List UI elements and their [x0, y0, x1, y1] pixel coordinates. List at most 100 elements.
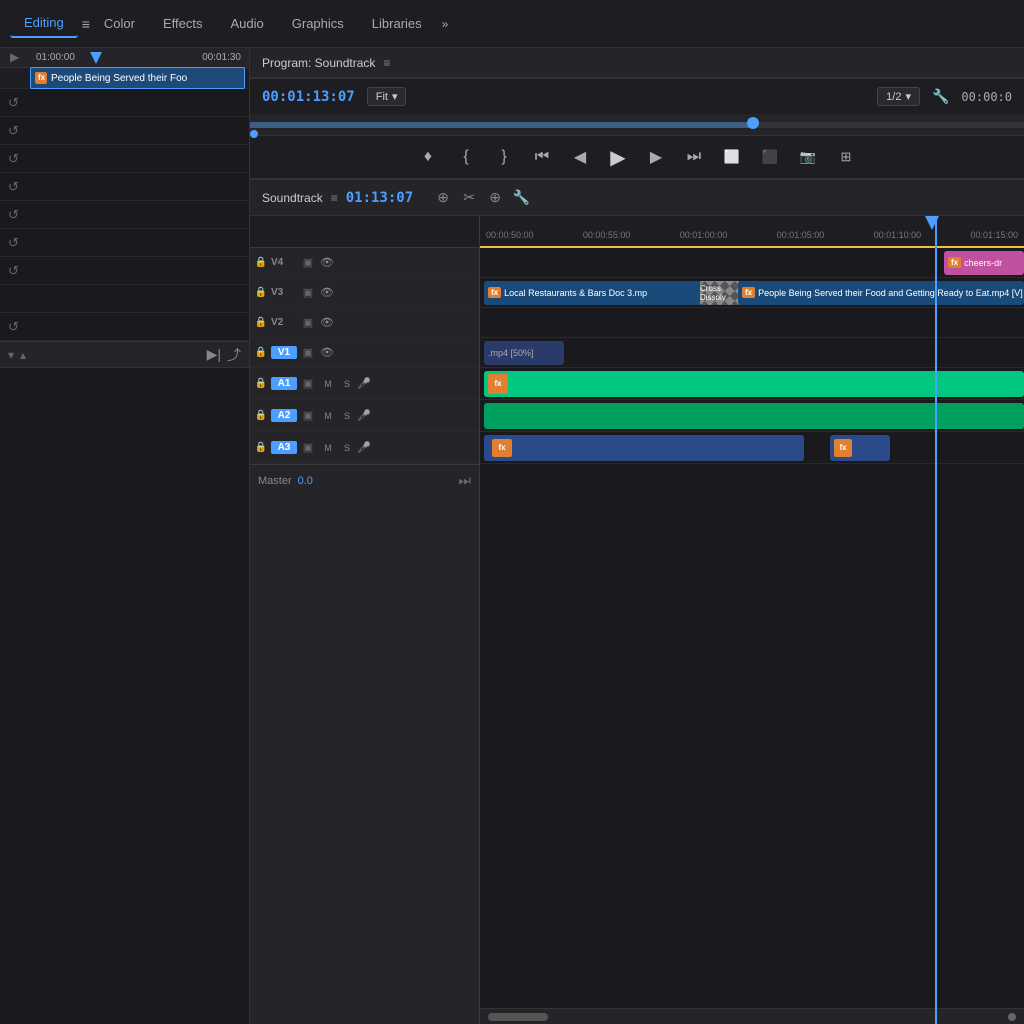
a1-lock-icon[interactable]: 🔒: [254, 377, 268, 391]
a3-camera-icon[interactable]: ▣: [300, 440, 316, 456]
nav-libraries[interactable]: Libraries: [358, 10, 436, 37]
undo-icon-7: ↺: [8, 263, 19, 279]
program-menu-icon[interactable]: ≡: [383, 56, 390, 70]
a1-camera-icon[interactable]: ▣: [300, 376, 316, 392]
v4-camera-icon[interactable]: ▣: [300, 255, 316, 271]
a2-solo-btn[interactable]: S: [340, 409, 354, 423]
v2-lock-icon[interactable]: 🔒: [254, 316, 268, 330]
step-back-btn[interactable]: ◀: [568, 145, 592, 169]
nav-audio[interactable]: Audio: [217, 10, 278, 37]
v2-camera-icon[interactable]: ▣: [300, 315, 316, 331]
v2-eye-icon[interactable]: 👁: [319, 315, 335, 331]
source-controls-left: ▾ ▴: [8, 348, 26, 362]
scissors-icon[interactable]: ✂: [459, 188, 479, 208]
mark-in-btn[interactable]: {: [454, 145, 478, 169]
mark-out-btn[interactable]: }: [492, 145, 516, 169]
nav-effects[interactable]: Effects: [149, 10, 217, 37]
extract-btn[interactable]: ⬛: [758, 145, 782, 169]
fit-dropdown[interactable]: Fit ▾: [367, 87, 407, 106]
source-empty-track-7: ↺: [0, 257, 249, 285]
play-btn[interactable]: ▶: [606, 145, 630, 169]
v4-clip-fx-badge: fx: [948, 257, 961, 268]
a2-clip[interactable]: [484, 403, 1024, 429]
add-marker-btn[interactable]: ♦: [416, 145, 440, 169]
source-ctrl-play-icon[interactable]: ▶|: [207, 346, 221, 363]
magnet-icon[interactable]: ⊕: [485, 188, 505, 208]
v1-camera-icon[interactable]: ▣: [300, 345, 316, 361]
a1-mute-btn[interactable]: M: [319, 377, 337, 391]
source-ctrl-down-icon[interactable]: ▾: [8, 348, 14, 362]
scrubber-fill: [250, 122, 753, 128]
timeline-ruler: 00:00:50:00 00:00:55:00 00:01:00:00 00:0…: [480, 216, 1024, 248]
nav-hamburger-icon[interactable]: ≡: [82, 16, 90, 32]
source-ruler: ▶ 01:00:00 00:01:30: [0, 48, 249, 68]
a3-mute-btn[interactable]: M: [319, 441, 337, 455]
nav-color[interactable]: Color: [90, 10, 149, 37]
camera-btn[interactable]: 📷: [796, 145, 820, 169]
a2-mic-icon[interactable]: 🎤: [357, 409, 371, 423]
a2-camera-icon[interactable]: ▣: [300, 408, 316, 424]
nav-editing[interactable]: Editing: [10, 9, 78, 38]
v3-eye-icon[interactable]: 👁: [319, 285, 335, 301]
source-clip[interactable]: fx People Being Served their Foo: [30, 67, 245, 89]
a2-lock-icon[interactable]: 🔒: [254, 409, 268, 423]
go-to-out-btn[interactable]: ⏭: [682, 145, 706, 169]
v4-clip[interactable]: fx cheers-dr: [944, 251, 1024, 275]
program-scrubber[interactable]: [250, 114, 1024, 136]
v2-track-name: V2: [271, 317, 297, 328]
a3-clip-left[interactable]: fx: [484, 435, 804, 461]
a1-mic-icon[interactable]: 🎤: [357, 377, 371, 391]
timeline-scroll-bar[interactable]: [480, 1008, 1024, 1024]
master-end-btn[interactable]: ⏭: [458, 472, 471, 489]
nav-more-icon[interactable]: »: [442, 17, 449, 31]
v4-lock-icon[interactable]: 🔒: [254, 256, 268, 270]
v3-lock-icon[interactable]: 🔒: [254, 286, 268, 300]
timeline-body: 🔒 V4 ▣ 👁 🔒 V3 ▣ 👁 🔒 V: [250, 216, 1024, 1024]
ripple-edit-icon[interactable]: ⊕: [433, 188, 453, 208]
a3-solo-btn[interactable]: S: [340, 441, 354, 455]
program-transport: ♦ { } ⏮ ◀ ▶ ▶ ⏭ ⬜ ⬛ 📷 ⊞: [250, 136, 1024, 180]
undo-icon-2: ↺: [8, 123, 19, 139]
ruler-mark-2: 00:00:55:00: [583, 230, 631, 240]
v4-eye-icon[interactable]: 👁: [319, 255, 335, 271]
scrubber-bar: [250, 122, 1024, 128]
source-controls-right: ▶| ⤴: [207, 345, 241, 365]
a3-lock-icon[interactable]: 🔒: [254, 441, 268, 455]
export-frame-btn[interactable]: ⊞: [834, 145, 858, 169]
a3-clip-right[interactable]: fx: [830, 435, 890, 461]
scrubber-position-dot: [250, 130, 258, 138]
undo-icon-6: ↺: [8, 235, 19, 251]
v3-transition[interactable]: Cross Dissolv: [700, 281, 740, 305]
v4-track: fx cheers-dr: [480, 248, 1024, 278]
source-empty-track-6: ↺: [0, 229, 249, 257]
source-monitor: ▶ 01:00:00 00:01:30 fx People Being Serv…: [0, 48, 249, 368]
scrubber-playhead[interactable]: [747, 117, 759, 129]
source-ctrl-export-icon[interactable]: ⤴: [227, 345, 241, 365]
v3-camera-icon[interactable]: ▣: [300, 285, 316, 301]
step-fwd-btn[interactable]: ▶: [644, 145, 668, 169]
a2-mute-btn[interactable]: M: [319, 409, 337, 423]
lift-btn[interactable]: ⬜: [720, 145, 744, 169]
go-to-in-btn[interactable]: ⏮: [530, 145, 554, 169]
source-ctrl-up-icon[interactable]: ▴: [20, 348, 26, 362]
wrench-timeline-icon[interactable]: 🔧: [511, 188, 531, 208]
source-clip-label: People Being Served their Foo: [51, 73, 187, 84]
source-empty-track-5: ↺: [0, 201, 249, 229]
v1-lock-icon[interactable]: 🔒: [254, 346, 268, 360]
a3-mic-icon[interactable]: 🎤: [357, 441, 371, 455]
a1-clip[interactable]: fx: [484, 371, 1024, 397]
a1-solo-btn[interactable]: S: [340, 377, 354, 391]
source-controls: ▾ ▴ ▶| ⤴: [0, 341, 249, 367]
v3-left-fx-badge: fx: [488, 287, 501, 298]
nav-graphics[interactable]: Graphics: [278, 10, 358, 37]
v3-clip-right[interactable]: fx People Being Served their Food and Ge…: [738, 281, 1024, 305]
timeline-menu-icon[interactable]: ≡: [331, 191, 338, 205]
fraction-display[interactable]: 1/2 ▾: [877, 87, 920, 106]
a3-clip-right-fx: fx: [834, 439, 852, 457]
v1-clip[interactable]: .mp4 [50%]: [484, 341, 564, 365]
v3-clip-left[interactable]: fx Local Restaurants & Bars Doc 3.mp: [484, 281, 704, 305]
scroll-thumb[interactable]: [488, 1013, 548, 1021]
source-play-btn[interactable]: ▶: [10, 50, 19, 64]
v1-eye-icon[interactable]: 👁: [319, 345, 335, 361]
wrench-icon[interactable]: 🔧: [932, 88, 949, 105]
